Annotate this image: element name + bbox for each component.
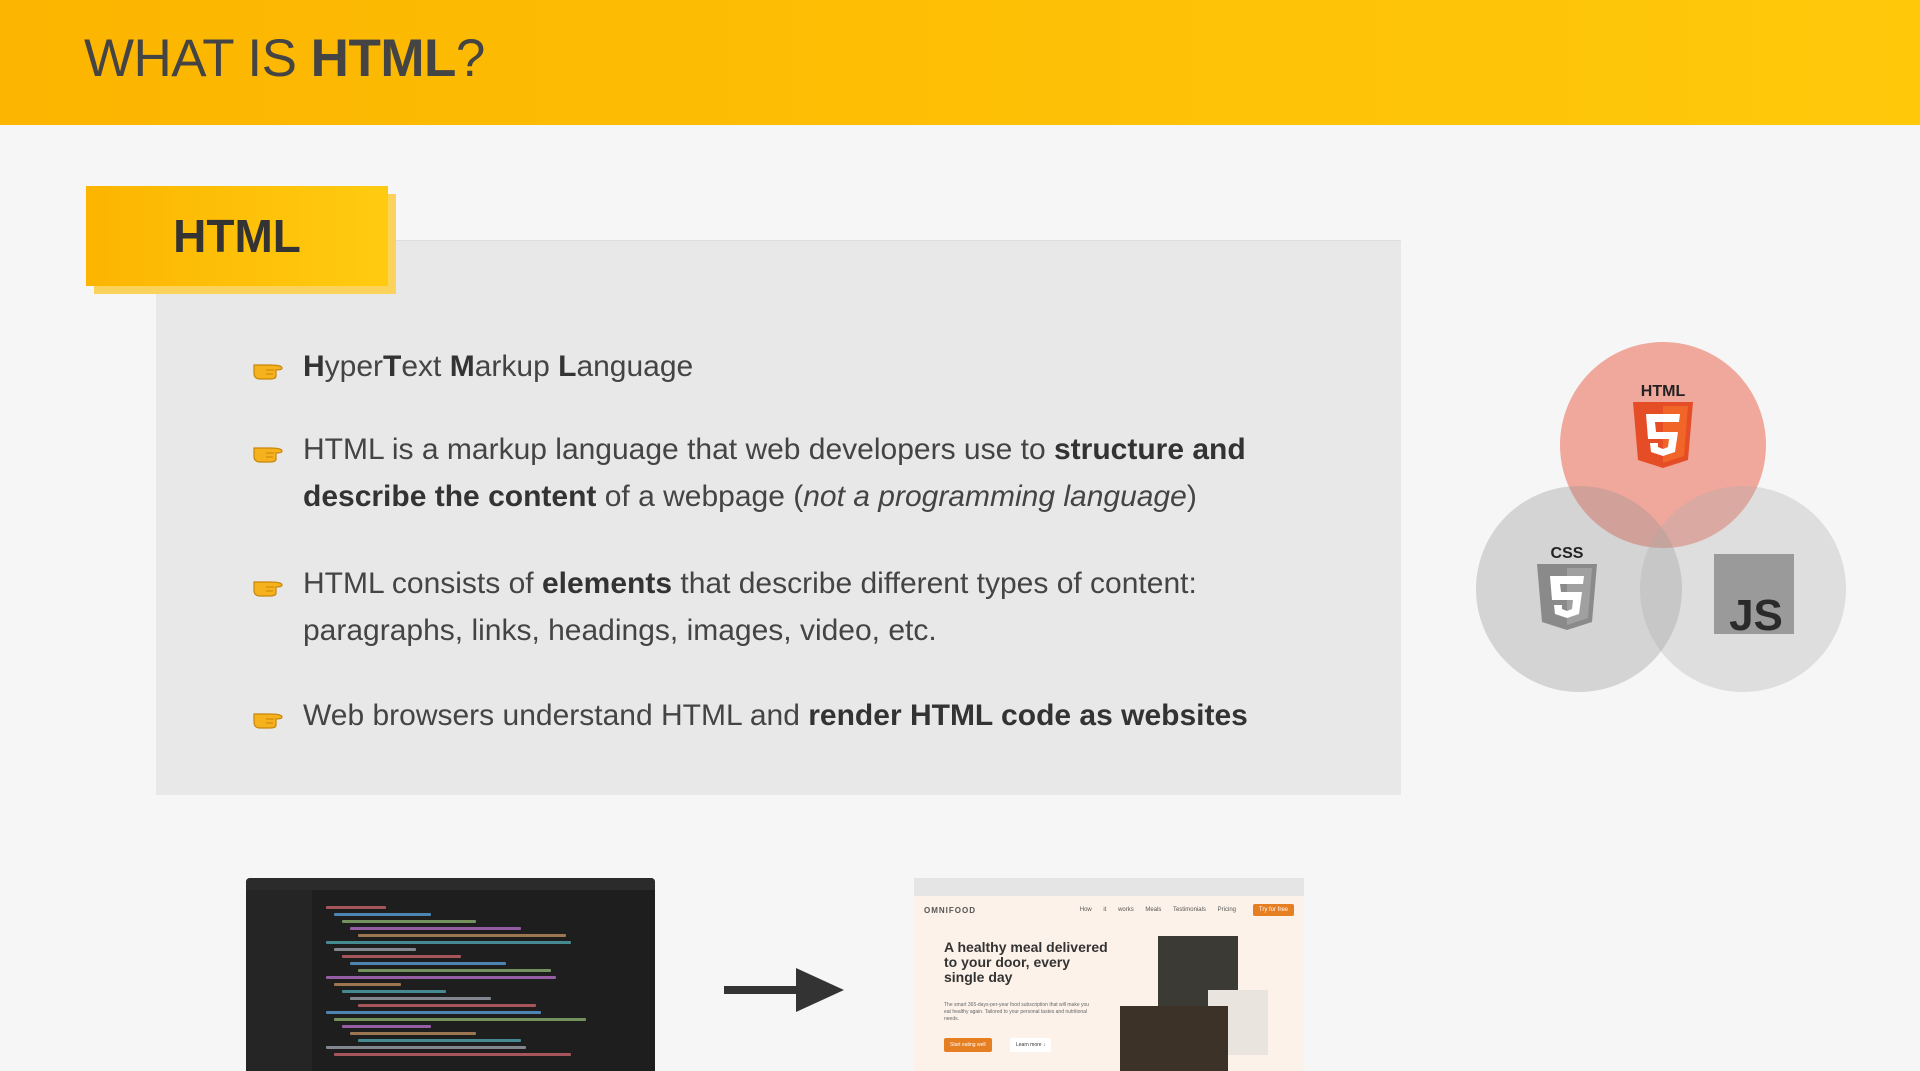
bullet-text-run: yper (324, 350, 384, 383)
site-brand: OMNIFOOD (924, 906, 976, 915)
css-logo-label: CSS (1551, 545, 1584, 562)
bullet-text: HyperText Markup Language (303, 343, 1333, 390)
bullet-text-run: HTML is a markup language that web devel… (303, 433, 1054, 466)
code-line (326, 976, 556, 979)
bullet-text-run: M (449, 350, 475, 383)
code-line (350, 962, 506, 965)
pointing-hand-icon (253, 581, 283, 597)
bullet-text-run: arkup (474, 350, 559, 383)
website-screenshot: OMNIFOOD How it works Meals Testimonials… (914, 878, 1304, 1071)
site-secondary-button: Learn more ↓ (1010, 1038, 1052, 1052)
bullet-text: HTML consists of elements that describe … (303, 560, 1333, 654)
code-line (342, 920, 476, 923)
site-nav: How it works Meals Testimonials Pricing (1079, 907, 1236, 913)
code-line (334, 913, 431, 916)
site-primary-button: Start eating well (944, 1038, 992, 1052)
code-line (350, 997, 491, 1000)
pointing-hand-icon (253, 364, 283, 380)
js-logo-label: JS (1729, 591, 1783, 640)
code-line (350, 1032, 476, 1035)
code-line (342, 990, 446, 993)
bullet-text-run: H (303, 350, 325, 383)
code-line (326, 906, 386, 909)
bullet-text-run: render HTML code as websites (808, 699, 1248, 732)
code-line (350, 927, 521, 930)
code-line (358, 1004, 536, 1007)
arrow-right-icon (724, 968, 844, 1012)
code-line (326, 1046, 526, 1049)
site-headline: A healthy meal delivered to your door, e… (944, 939, 1108, 985)
css3-icon: CSS (1537, 545, 1597, 630)
code-line (358, 1039, 521, 1042)
bullet-text-run: not a programming language (803, 480, 1187, 513)
code-line (358, 934, 566, 937)
bullet-text: HTML is a markup language that web devel… (303, 426, 1333, 520)
bullet-text-run: of a webpage ( (596, 480, 804, 513)
person-image (1120, 1006, 1228, 1071)
bullet-text-run: ) (1186, 480, 1197, 513)
tech-logos: HTML CSS JS (1537, 383, 1794, 640)
example-screenshots: OMNIFOOD How it works Meals Testimonials… (0, 870, 1920, 1071)
pointing-hand-icon (253, 447, 283, 463)
code-line (342, 1025, 431, 1028)
site-cta: Try for free (1252, 904, 1294, 916)
bullet-text-run: L (558, 350, 577, 383)
bullet-text-run: HTML consists of (303, 567, 542, 600)
code-editor-screenshot (246, 878, 655, 1071)
pointing-hand-icon (253, 713, 283, 729)
html-logo-label: HTML (1641, 383, 1686, 400)
slide-title: WHAT IS HTML? (84, 29, 485, 88)
code-line (358, 969, 551, 972)
bullet-text: Web browsers understand HTML and render … (303, 692, 1333, 739)
code-line (326, 941, 571, 944)
code-line (342, 955, 461, 958)
top-banner: WHAT IS HTML? (0, 0, 1920, 125)
code-line (334, 1018, 586, 1021)
bullet-text-run: Web browsers understand HTML and (303, 699, 809, 732)
site-subtext: The smart 365-days-per-year food subscri… (944, 1002, 1090, 1022)
code-line (334, 983, 401, 986)
html5-icon: HTML (1633, 383, 1693, 468)
code-line (326, 1011, 541, 1014)
code-line (334, 1053, 571, 1056)
code-line (334, 948, 416, 951)
bullet-text-run: anguage (576, 350, 694, 383)
bullet-text-run: T (383, 350, 402, 383)
bullet-text-run: elements (541, 567, 673, 600)
section-label: HTML (86, 186, 388, 286)
venn-diagram: HTML CSS JS (1470, 340, 1850, 700)
bullet-text-run: ext (401, 350, 450, 383)
js-icon: JS (1714, 554, 1794, 640)
